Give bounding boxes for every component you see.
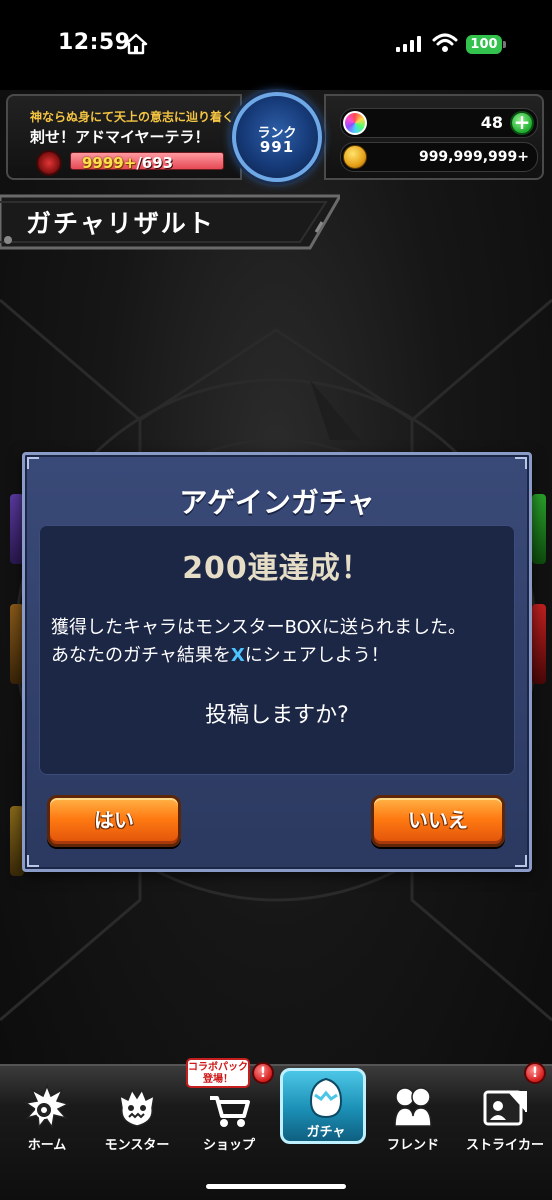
striker-alert-badge: ! (524, 1062, 546, 1084)
page-title: ガチャリザルト (26, 209, 215, 238)
coin-count: 999,999,999+ (418, 149, 529, 165)
orb-gem-icon (343, 111, 367, 135)
quest-panel[interactable]: 神ならぬ身にて天上の意志に辿り着くもの 刺せ！アドマイヤーテラ！ 9999+/6… (6, 94, 258, 180)
status-bar: 12:59 100 (0, 0, 552, 90)
battery-indicator: 100 (466, 35, 502, 54)
coin-icon (343, 145, 367, 169)
dialog-corner-tr (515, 457, 527, 469)
orb-counter: 48 + (340, 108, 538, 138)
dialog-message-box: 200連達成！ 獲得したキャラはモンスターBOXに送られました。 あなたのガチャ… (39, 525, 515, 775)
message-line-2: あなたのガチャ結果をXにシェアしよう！ (51, 641, 511, 667)
achievement-text: 200連達成！ (182, 551, 372, 586)
message-line-1: 獲得したキャラはモンスターBOXに送られました。 (51, 617, 467, 638)
nav-shop-label: ショップ (202, 1138, 255, 1153)
home-icon (24, 1084, 70, 1129)
yes-button[interactable]: はい (47, 795, 181, 847)
signal-icon (396, 36, 421, 52)
message-line-2-pre: あなたのガチャ結果を (51, 645, 231, 666)
coin-counter: 999,999,999+ (340, 142, 538, 172)
nav-monster-label: モンスター (104, 1138, 170, 1153)
nav-home[interactable]: ホーム (4, 1078, 90, 1158)
message-line-2-post: にシェアしよう！ (244, 645, 389, 666)
nav-gacha[interactable]: ガチャ (280, 1068, 366, 1144)
egg-icon (309, 1077, 343, 1119)
side-card-right-2 (532, 604, 546, 684)
quest-title: 刺せ！アドマイヤーテラ！ (30, 128, 210, 146)
nav-gacha-label: ガチャ (306, 1125, 346, 1140)
rank-value: 991 (259, 138, 295, 156)
home-indicator-icon (124, 33, 148, 55)
again-gacha-dialog: アゲインガチャ 200連達成！ 獲得したキャラはモンスターBOXに送られました。… (22, 452, 532, 872)
dialog-corner-br (515, 855, 527, 867)
wifi-icon (432, 33, 458, 52)
stamina-text: 9999+/693 (82, 154, 173, 172)
dialog-corner-bl (27, 855, 39, 867)
home-gesture-bar[interactable] (206, 1184, 346, 1189)
stamina-current: 9999+ (82, 154, 137, 172)
nav-friend[interactable]: フレンド (370, 1078, 456, 1158)
battery-cap (503, 41, 506, 48)
player-hud: 神ならぬ身にて天上の意志に辿り着くもの 刺せ！アドマイヤーテラ！ 9999+/6… (6, 92, 544, 182)
side-card-right-1 (532, 494, 546, 564)
striker-card-icon (483, 1090, 527, 1126)
shop-alert-badge: ! (252, 1062, 274, 1084)
stamina-max: /693 (136, 154, 174, 172)
x-logo-text: X (230, 645, 245, 666)
collab-badge-line2: 登場！ (203, 1074, 233, 1085)
nav-striker-label: ストライカー (465, 1138, 544, 1153)
dialog-corner-tl (27, 457, 39, 469)
no-button[interactable]: いいえ (371, 795, 505, 847)
orb-count: 48 (480, 113, 503, 132)
friends-icon (394, 1087, 432, 1127)
nav-home-label: ホーム (27, 1138, 67, 1153)
post-question: 投稿しますか? (205, 703, 349, 728)
collab-pack-badge[interactable]: コラボパック 登場！ (186, 1058, 250, 1088)
rank-badge[interactable]: ランク 991 (232, 92, 322, 182)
stamina-icon (36, 150, 62, 176)
cart-icon (210, 1096, 250, 1127)
collab-badge-line1: コラボパック (188, 1062, 248, 1073)
clock: 12:59 (58, 30, 131, 55)
currency-panel: 48 + 999,999,999+ (324, 94, 544, 180)
buy-orbs-button[interactable]: + (510, 111, 534, 135)
bottom-nav: ホーム モンスター ショップ ガチャ フレンド ストライカー (0, 1064, 552, 1200)
nav-friend-label: フレンド (386, 1138, 439, 1153)
nav-shop[interactable]: ショップ (186, 1078, 272, 1158)
monster-icon (119, 1088, 155, 1127)
quest-subtitle: 神ならぬ身にて天上の意志に辿り着くもの (30, 110, 259, 124)
nav-monster[interactable]: モンスター (94, 1078, 180, 1158)
dialog-title: アゲインガチャ (179, 486, 375, 519)
nav-striker[interactable]: ストライカー (462, 1078, 548, 1158)
